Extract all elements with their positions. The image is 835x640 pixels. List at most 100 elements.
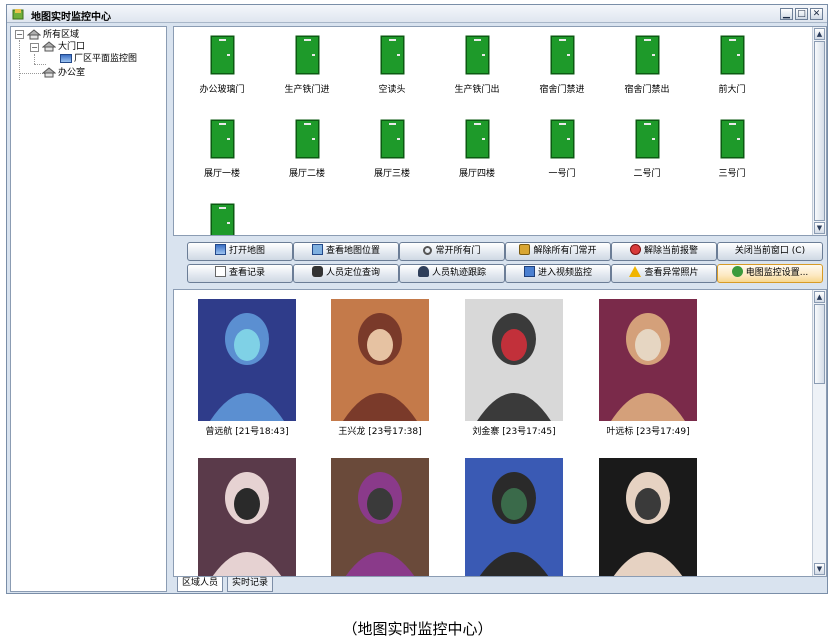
bottom-tabs: 区域人员 实时记录	[173, 577, 827, 592]
person-card[interactable]	[315, 458, 445, 576]
person-card[interactable]	[449, 458, 579, 576]
locate-person-button[interactable]: 人员定位查询	[293, 264, 399, 283]
person-card[interactable]	[583, 458, 713, 576]
scroll-up-icon[interactable]: ▲	[814, 291, 825, 303]
close-button[interactable]: ✕	[810, 8, 823, 20]
map-icon	[60, 54, 72, 63]
abnormal-photos-button[interactable]: 查看异常照片	[611, 264, 717, 283]
scroll-thumb[interactable]	[814, 304, 825, 384]
door-label: 前大门	[718, 85, 746, 95]
door-label: 二号门	[633, 169, 661, 179]
scroll-down-icon[interactable]: ▼	[814, 563, 825, 575]
person-icon	[417, 266, 429, 277]
restore-button[interactable]: □	[795, 8, 808, 20]
door-icon	[210, 203, 234, 235]
door-item[interactable]: 空读头	[349, 35, 435, 115]
video-monitor-button[interactable]: 进入视频监控	[505, 264, 611, 283]
open-map-button[interactable]: 打开地图	[187, 242, 293, 261]
tree-expander-gate[interactable]: −	[30, 43, 39, 52]
person-card[interactable]: 王兴龙 [23号17:38]	[315, 299, 445, 437]
person-caption: 王兴龙 [23号17:38]	[338, 427, 422, 437]
scroll-down-icon[interactable]: ▼	[814, 222, 825, 234]
people-scrollbar[interactable]: ▲ ▼	[812, 290, 826, 576]
person-card[interactable]: 刘金寨 [23号17:45]	[449, 299, 579, 437]
figure-caption: （地图实时监控中心）	[342, 620, 493, 638]
door-icon	[210, 119, 234, 159]
door-item[interactable]: 二号门	[604, 119, 690, 199]
door-icon	[295, 35, 319, 75]
door-label: 宿舍门禁出	[624, 85, 670, 95]
tree-node-all-areas[interactable]: 所有区域	[27, 29, 79, 41]
person-photo	[465, 299, 563, 421]
door-item[interactable]: 展厅四楼	[434, 119, 520, 199]
person-photo	[331, 458, 429, 576]
warning-icon	[629, 266, 642, 277]
tab-zone-people[interactable]: 区域人员	[177, 577, 224, 592]
tree-label: 大门口	[58, 42, 86, 52]
tab-realtime-records[interactable]: 实时记录	[227, 577, 274, 592]
door-icon	[550, 119, 574, 159]
door-item[interactable]: 办公玻璃门	[179, 35, 265, 115]
tree-label: 厂区平面监控图	[74, 54, 138, 64]
door-item[interactable]: 前大门	[689, 35, 775, 115]
door-item[interactable]: 展厅二楼	[264, 119, 350, 199]
lock-icon	[519, 244, 531, 255]
map-monitor-settings-button[interactable]: 电图监控设置...	[717, 264, 823, 283]
door-label: 空读头	[378, 85, 406, 95]
door-label: 办公玻璃门	[199, 85, 245, 95]
toolbar: 打开地图 查看地图位置 常开所有门 解除所有门常开 解除当前报警 关闭当前窗口 …	[173, 237, 827, 287]
door-item[interactable]: 生产铁门进	[264, 35, 350, 115]
door-item[interactable]: 展厅三楼	[349, 119, 435, 199]
binoculars-icon	[311, 266, 323, 277]
door-icon	[295, 119, 319, 159]
view-records-button[interactable]: 查看记录	[187, 264, 293, 283]
door-item[interactable]: 三号门	[689, 119, 775, 199]
person-caption: 刘金寨 [23号17:45]	[472, 427, 556, 437]
door-item[interactable]: 生产铁门出	[434, 35, 520, 115]
alarm-icon	[629, 244, 641, 255]
scroll-up-icon[interactable]: ▲	[814, 28, 825, 40]
door-icon	[720, 119, 744, 159]
door-icon	[210, 35, 234, 75]
document-icon	[214, 266, 226, 277]
people-grid: 曾远航 [21号18:43] 王兴龙 [23号17:38] 刘金寨 [23号17:4…	[173, 289, 827, 577]
monitor-icon	[523, 266, 535, 277]
release-all-open-button[interactable]: 解除所有门常开	[505, 242, 611, 261]
tree-node-floor-plan[interactable]: 厂区平面监控图	[60, 53, 137, 65]
door-label: 一号门	[548, 169, 576, 179]
person-card[interactable]	[182, 458, 312, 576]
title-bar: 地图实时监控中心 ▁ □ ✕	[7, 5, 827, 23]
person-card[interactable]: 叶远标 [23号17:49]	[583, 299, 713, 437]
door-item[interactable]	[179, 203, 265, 235]
tree-node-gate[interactable]: 大门口	[42, 41, 85, 53]
person-photo	[198, 299, 296, 421]
door-icon	[635, 35, 659, 75]
map-pin-icon	[311, 244, 323, 255]
house-icon	[42, 67, 56, 78]
door-item[interactable]: 一号门	[519, 119, 605, 199]
door-scrollbar[interactable]: ▲ ▼	[812, 27, 826, 235]
open-all-doors-button[interactable]: 常开所有门	[399, 242, 505, 261]
close-current-window-button[interactable]: 关闭当前窗口 (C)	[717, 242, 823, 261]
door-item[interactable]: 宿舍门禁出	[604, 35, 690, 115]
door-icon	[380, 119, 404, 159]
person-caption: 曾远航 [21号18:43]	[205, 427, 289, 437]
app-window: 地图实时监控中心 ▁ □ ✕ − 所有区域 − 大门口 厂区平面监控图 办公室 …	[6, 4, 828, 594]
release-alarm-button[interactable]: 解除当前报警	[611, 242, 717, 261]
door-item[interactable]: 宿舍门禁进	[519, 35, 605, 115]
door-item[interactable]: 展厅一楼	[179, 119, 265, 199]
tree-label: 办公室	[58, 68, 86, 78]
person-caption: 叶远标 [23号17:49]	[606, 427, 690, 437]
door-icon	[465, 35, 489, 75]
view-map-position-button[interactable]: 查看地图位置	[293, 242, 399, 261]
track-person-button[interactable]: 人员轨迹跟踪	[399, 264, 505, 283]
minimize-button[interactable]: ▁	[780, 8, 793, 20]
tree-expander-root[interactable]: −	[15, 30, 24, 39]
scroll-thumb[interactable]	[814, 41, 825, 221]
person-card[interactable]: 曾远航 [21号18:43]	[182, 299, 312, 437]
person-photo	[599, 458, 697, 576]
door-icon	[380, 35, 404, 75]
door-label: 展厅四楼	[458, 169, 495, 179]
tree-node-office[interactable]: 办公室	[42, 67, 85, 79]
app-icon	[12, 9, 24, 20]
